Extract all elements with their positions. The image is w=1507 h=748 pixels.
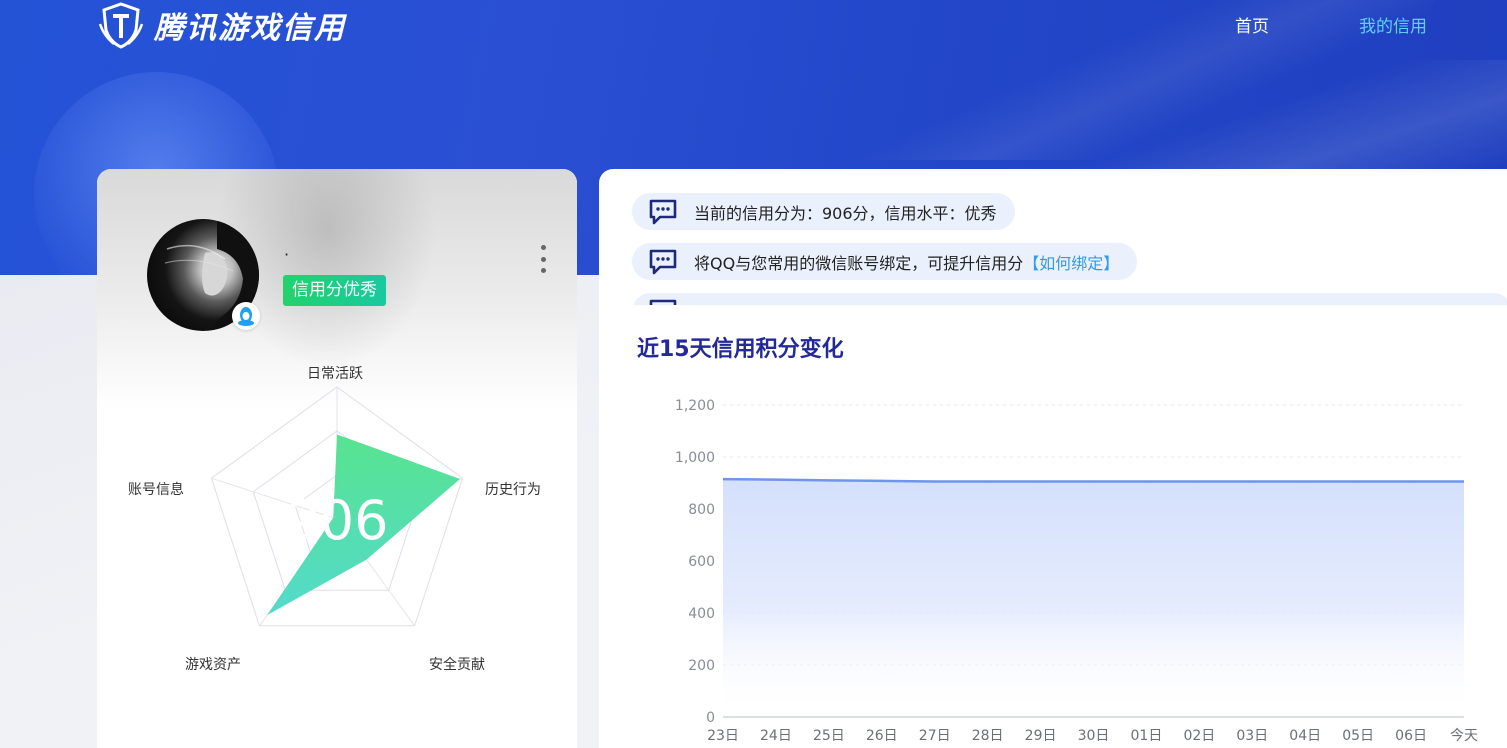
profile-card: · 信用分优秀 906 日常活跃 历史行为 安全贡献 游戏资产 账号信息 bbox=[97, 169, 577, 748]
data-point[interactable] bbox=[1356, 479, 1360, 483]
y-tick-label: 200 bbox=[688, 658, 715, 674]
shield-logo-icon bbox=[98, 2, 144, 49]
x-tick-label: 今天 bbox=[1450, 728, 1478, 744]
x-tick-label: 24日 bbox=[760, 728, 792, 744]
data-point[interactable] bbox=[1039, 479, 1043, 483]
data-point[interactable] bbox=[1197, 479, 1201, 483]
data-point[interactable] bbox=[1144, 479, 1148, 483]
data-point[interactable] bbox=[827, 478, 831, 482]
credit-overview-card: 当前的信用分为：906分，信用水平：优秀 将QQ与您常用的微信账号绑定，可提升信… bbox=[599, 169, 1507, 748]
y-tick-label: 800 bbox=[688, 502, 715, 518]
notice-item-partial bbox=[632, 293, 1507, 305]
x-tick-label: 26日 bbox=[866, 728, 898, 744]
data-point[interactable] bbox=[1462, 479, 1466, 483]
username: · bbox=[284, 245, 290, 264]
data-point[interactable] bbox=[1250, 479, 1254, 483]
radar-label-history: 历史行为 bbox=[485, 482, 541, 498]
chat-bubble-icon bbox=[649, 199, 677, 224]
radar-label-daily-activity: 日常活跃 bbox=[307, 366, 363, 382]
nav-my-credit[interactable]: 我的信用 bbox=[1359, 12, 1427, 37]
credit-score-number: 906 bbox=[285, 489, 388, 552]
y-tick-label: 400 bbox=[688, 606, 715, 622]
logo-text: 腾讯游戏信用 bbox=[154, 11, 346, 46]
how-to-bind-link[interactable]: 【如何绑定】 bbox=[1023, 250, 1119, 274]
x-tick-label: 03日 bbox=[1236, 728, 1268, 744]
data-point[interactable] bbox=[721, 477, 725, 481]
series-area bbox=[723, 479, 1464, 717]
top-nav: 首页 我的信用 bbox=[1235, 12, 1427, 37]
data-point[interactable] bbox=[1409, 479, 1413, 483]
x-tick-label: 06日 bbox=[1395, 728, 1427, 744]
x-tick-label: 30日 bbox=[1078, 728, 1110, 744]
radar-label-assets: 游戏资产 bbox=[185, 657, 241, 673]
x-tick-label: 23日 bbox=[707, 728, 739, 744]
notice-text: 当前的信用分为：906分，信用水平：优秀 bbox=[694, 203, 997, 223]
x-tick-label: 25日 bbox=[813, 728, 845, 744]
x-tick-label: 04日 bbox=[1289, 728, 1321, 744]
y-tick-label: 0 bbox=[706, 710, 715, 726]
notice-item: 将QQ与您常用的微信账号绑定，可提升信用分 【如何绑定】 bbox=[632, 243, 1138, 280]
data-point[interactable] bbox=[880, 479, 884, 483]
score-level-badge: 信用分优秀 bbox=[283, 275, 386, 306]
qq-penguin-icon bbox=[232, 302, 260, 330]
more-options-icon[interactable] bbox=[538, 245, 548, 273]
radar-label-account: 账号信息 bbox=[128, 482, 184, 498]
logo[interactable]: 腾讯游戏信用 bbox=[96, 0, 346, 50]
y-tick-label: 1,000 bbox=[675, 450, 715, 466]
x-tick-label: 01日 bbox=[1131, 728, 1163, 744]
chart-title: 近15天信用积分变化 bbox=[637, 337, 844, 362]
x-tick-label: 05日 bbox=[1342, 728, 1374, 744]
x-tick-label: 29日 bbox=[1025, 728, 1057, 744]
chat-bubble-icon bbox=[649, 299, 677, 305]
data-point[interactable] bbox=[1303, 479, 1307, 483]
radar-svg: 906 bbox=[210, 386, 464, 627]
data-point[interactable] bbox=[986, 479, 990, 483]
data-point[interactable] bbox=[1092, 479, 1096, 483]
radar-label-security: 安全贡献 bbox=[429, 657, 485, 673]
y-tick-label: 1,200 bbox=[675, 398, 715, 414]
nav-home[interactable]: 首页 bbox=[1235, 12, 1269, 37]
x-tick-label: 27日 bbox=[919, 728, 951, 744]
data-point[interactable] bbox=[774, 478, 778, 482]
x-tick-label: 02日 bbox=[1183, 728, 1215, 744]
credit-trend-chart: 0 200 400 600 800 1,000 1,200 23日 24日 25日 26日 27日 2… bbox=[675, 398, 1478, 744]
notice-item: 当前的信用分为：906分，信用水平：优秀 bbox=[632, 193, 1015, 230]
notice-ticker: 当前的信用分为：906分，信用水平：优秀 将QQ与您常用的微信账号绑定，可提升信… bbox=[632, 193, 1507, 305]
x-tick-label: 28日 bbox=[972, 728, 1004, 744]
notice-text: 将QQ与您常用的微信账号绑定，可提升信用分 bbox=[694, 253, 1024, 273]
data-point[interactable] bbox=[933, 479, 937, 483]
chat-bubble-icon bbox=[649, 249, 677, 274]
y-tick-label: 600 bbox=[688, 554, 715, 570]
credit-radar-chart: 906 日常活跃 历史行为 安全贡献 游戏资产 账号信息 bbox=[97, 349, 577, 679]
